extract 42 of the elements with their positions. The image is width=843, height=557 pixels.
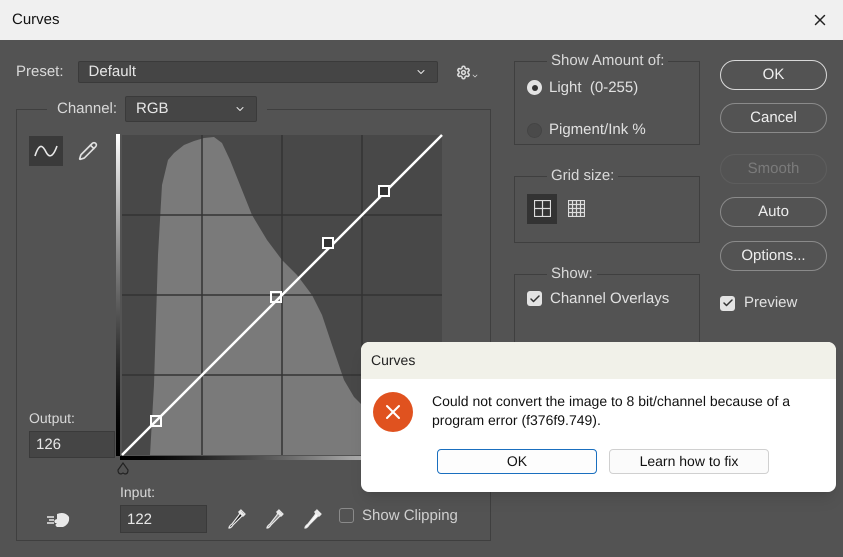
dialog-button[interactable]: Options... [720, 241, 827, 271]
dialog-button[interactable]: Auto [720, 197, 827, 227]
checkbox[interactable] [527, 291, 542, 306]
ok-button[interactable]: OK [720, 60, 827, 90]
radio-button[interactable] [527, 80, 542, 96]
curve-tool[interactable] [29, 136, 63, 166]
channel-dropdown[interactable]: RGB [125, 96, 258, 122]
pencil-icon [78, 141, 98, 161]
grid-icon [568, 200, 584, 217]
show-title: Show: [550, 264, 594, 284]
output-label: Output: [29, 409, 76, 428]
checkbox[interactable] [720, 296, 735, 311]
dialog-button[interactable]: OK [437, 449, 597, 474]
eyedropper-icon[interactable] [303, 508, 323, 530]
preview-label: Preview [744, 293, 798, 313]
hand-icon[interactable] [45, 511, 71, 529]
show-clipping-label: Show Clipping [362, 506, 458, 526]
slider-handle-icon[interactable] [116, 462, 130, 476]
output-field[interactable]: 126 [29, 431, 115, 458]
grid-icon [534, 200, 550, 217]
radio-label: Pigment/Ink % [549, 120, 646, 140]
gear-icon[interactable] [456, 64, 479, 80]
grid-size-toggle[interactable] [527, 194, 557, 224]
wave-icon [34, 144, 58, 158]
checkbox[interactable] [339, 508, 354, 524]
input-label: Input: [120, 483, 156, 502]
radio-label: Light (0-255) [549, 78, 638, 98]
grid-size-title: Grid size: [550, 166, 616, 186]
eyedropper-icon[interactable] [265, 508, 285, 530]
show-amount-title: Show Amount of: [550, 51, 666, 71]
dialog-button[interactable]: Learn how to fix [609, 449, 769, 474]
channel-label: Channel: [57, 98, 118, 119]
dialog-button[interactable]: Cancel [720, 103, 827, 133]
window-title: Curves [12, 10, 60, 30]
error-message: Could not convert the image to 8 bit/channel because of a program error (f376f9.749). [432, 392, 792, 430]
eyedropper-icon[interactable] [227, 508, 247, 530]
preset-dropdown[interactable]: Default [78, 61, 438, 83]
preset-label: Preset: [16, 62, 64, 82]
dialog-title: Curves [371, 351, 416, 370]
input-field[interactable]: 122 [120, 505, 207, 533]
checkbox-label: Channel Overlays [550, 288, 670, 308]
error-icon [373, 392, 413, 432]
